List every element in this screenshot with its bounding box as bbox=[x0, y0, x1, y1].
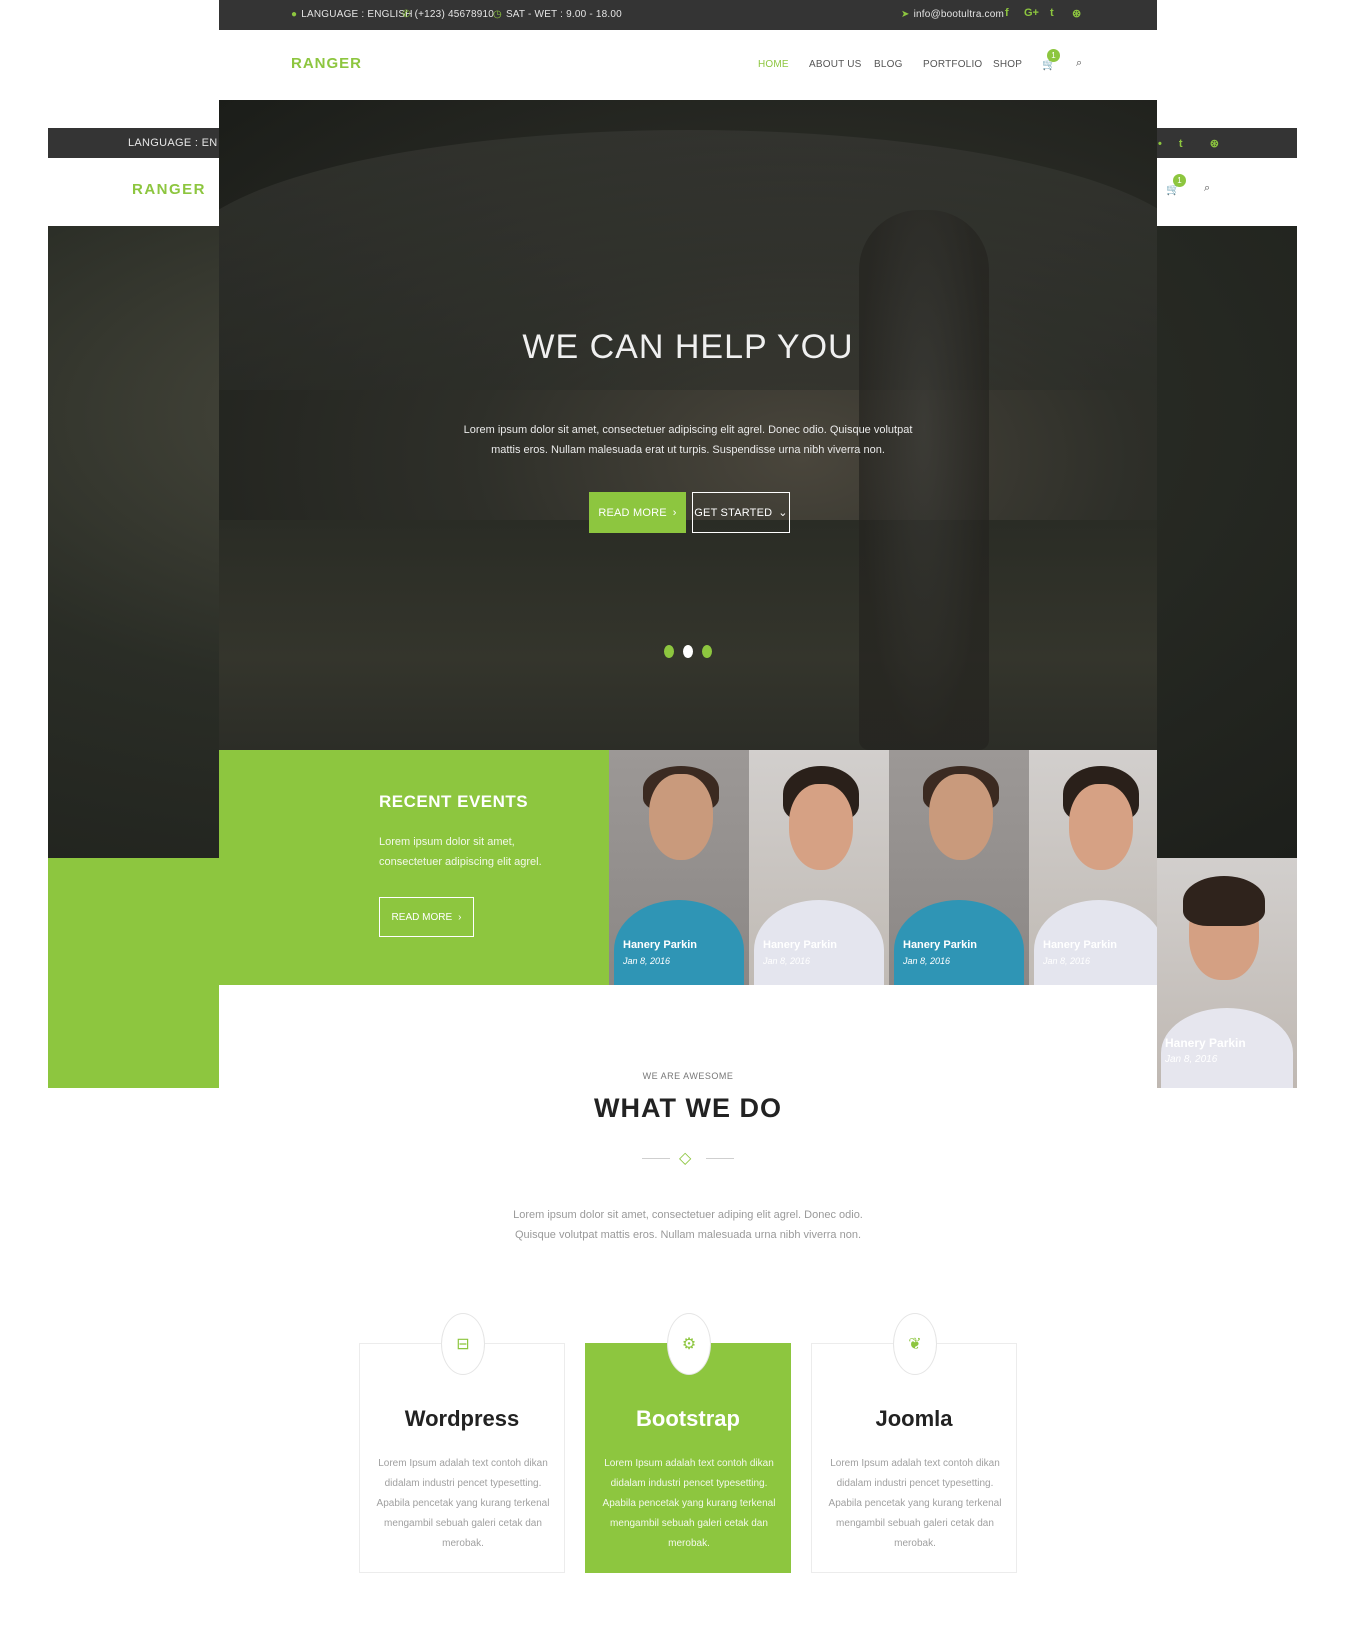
phone-info: ✆ (+123) 45678910 bbox=[402, 9, 494, 20]
twitter-icon[interactable]: t bbox=[1050, 7, 1054, 19]
phone-text: (+123) 45678910 bbox=[414, 9, 495, 20]
gear-icon: ⚙ bbox=[667, 1313, 711, 1375]
topbar: ● LANGUAGE : ENGLISH ✆ (+123) 45678910 ◷… bbox=[219, 0, 1157, 30]
phone-icon: ✆ bbox=[402, 9, 411, 20]
service-text: Lorem Ipsum adalah text contoh dikan did… bbox=[376, 1458, 550, 1549]
divider-line-right bbox=[706, 1158, 734, 1159]
event-person-card[interactable]: Hanery Parkin Jan 8, 2016 bbox=[749, 750, 889, 985]
diamond-icon: ◇ bbox=[679, 1150, 692, 1167]
inbox-icon: ⊟ bbox=[441, 1313, 485, 1375]
slider-dot-2[interactable] bbox=[683, 645, 693, 658]
paper-plane-icon: ➤ bbox=[901, 9, 910, 20]
service-text: Lorem Ipsum adalah text contoh dikan did… bbox=[828, 1458, 1002, 1549]
bg-person-photo: Hanery Parkin Jan 8, 2016 bbox=[1157, 858, 1297, 1088]
event-person-card[interactable]: Hanery Parkin Jan 8, 2016 bbox=[1029, 750, 1157, 985]
divider-line-left bbox=[642, 1158, 670, 1159]
person-face bbox=[929, 774, 993, 860]
facebook-icon[interactable]: f bbox=[1005, 7, 1009, 19]
events-text: Lorem ipsum dolor sit amet, consectetuer… bbox=[379, 836, 542, 868]
events-title: RECENT EVENTS bbox=[379, 792, 529, 811]
language-selector[interactable]: ● LANGUAGE : ENGLISH bbox=[291, 9, 413, 20]
clock-icon: ◷ bbox=[493, 9, 502, 20]
person-name: Hanery Parkin bbox=[763, 939, 837, 951]
person-face bbox=[789, 784, 853, 870]
service-title: Joomla bbox=[875, 1406, 953, 1431]
events-read-more-button[interactable]: READ MORE › bbox=[379, 897, 474, 937]
nav-home[interactable]: HOME bbox=[758, 59, 789, 70]
hero-title: WE CAN HELP YOU bbox=[522, 328, 854, 366]
dribbble-icon[interactable]: ⊛ bbox=[1072, 7, 1081, 20]
service-card-joomla[interactable]: ❦ Joomla Lorem Ipsum adalah text contoh … bbox=[811, 1313, 1017, 1573]
email-text: info@bootultra.com bbox=[913, 9, 1005, 20]
recent-events: RECENT EVENTS Lorem ipsum dolor sit amet… bbox=[219, 750, 1157, 985]
person-name: Hanery Parkin bbox=[903, 939, 977, 951]
slider-dot-1[interactable] bbox=[664, 645, 674, 658]
person-date: Jan 8, 2016 bbox=[623, 956, 671, 966]
main-page: ● LANGUAGE : ENGLISH ✆ (+123) 45678910 ◷… bbox=[219, 0, 1157, 1637]
nav-shop[interactable]: SHOP bbox=[993, 59, 1022, 70]
service-title: Wordpress bbox=[404, 1406, 520, 1431]
slider-dot-3[interactable] bbox=[702, 645, 712, 658]
hero-get-started-button[interactable]: GET STARTED ⌄ bbox=[692, 492, 790, 533]
bg-language-text: LANGUAGE : EN bbox=[128, 137, 218, 149]
service-title: Bootstrap bbox=[636, 1406, 740, 1431]
email-link[interactable]: ➤ info@bootultra.com bbox=[901, 9, 1004, 20]
search-icon[interactable]: ⌕ bbox=[1076, 57, 1082, 70]
person-name: Hanery Parkin bbox=[1043, 939, 1117, 951]
hero-read-more-label: READ MORE bbox=[598, 506, 667, 519]
slider-dots bbox=[664, 645, 712, 658]
person-date: Jan 8, 2016 bbox=[1043, 956, 1091, 966]
nav-portfolio[interactable]: PORTFOLIO bbox=[923, 59, 982, 70]
bg-search-icon: ⌕ bbox=[1204, 182, 1211, 194]
hero-get-started-label: GET STARTED bbox=[694, 506, 773, 519]
section-kicker: WE ARE AWESOME bbox=[642, 1071, 734, 1081]
nav-blog[interactable]: BLOG bbox=[874, 59, 903, 70]
hero-slider: WE CAN HELP YOU Lorem ipsum dolor sit am… bbox=[219, 100, 1157, 750]
bg-person-hair bbox=[1183, 876, 1265, 926]
person-date: Jan 8, 2016 bbox=[903, 956, 951, 966]
hero-text: Lorem ipsum dolor sit amet, consectetuer… bbox=[463, 424, 913, 456]
section-heading: WHAT WE DO bbox=[594, 1093, 782, 1123]
person-name: Hanery Parkin bbox=[623, 939, 697, 951]
language-text: LANGUAGE : ENGLISH bbox=[301, 9, 413, 20]
person-date: Jan 8, 2016 bbox=[763, 956, 811, 966]
hero-bg-grass bbox=[219, 520, 1157, 750]
person-face bbox=[649, 774, 713, 860]
hero-read-more-button[interactable]: READ MORE › bbox=[589, 492, 686, 533]
service-card-wordpress[interactable]: ⊟ Wordpress Lorem Ipsum adalah text cont… bbox=[359, 1313, 565, 1573]
section-description: Lorem ipsum dolor sit amet, consectetuer… bbox=[513, 1209, 863, 1241]
hours-info: ◷ SAT - WET : 9.00 - 18.00 bbox=[493, 9, 622, 20]
event-person-card[interactable]: Hanery Parkin Jan 8, 2016 bbox=[609, 750, 749, 985]
nav-about-us[interactable]: ABOUT US bbox=[809, 59, 862, 70]
leaf-icon: ❦ bbox=[893, 1313, 937, 1375]
hours-text: SAT - WET : 9.00 - 18.00 bbox=[505, 9, 622, 20]
hero-bg-figure bbox=[859, 210, 989, 750]
chevron-right-icon: › bbox=[672, 506, 677, 519]
navbar: RANGER HOME ABOUT US BLOG PORTFOLIO SHOP… bbox=[219, 30, 1157, 100]
location-pin-icon: ● bbox=[291, 9, 298, 20]
section-divider: ◇ bbox=[642, 1148, 734, 1168]
event-person-card[interactable]: Hanery Parkin Jan 8, 2016 bbox=[889, 750, 1029, 985]
bg-person-name: Hanery Parkin bbox=[1165, 1036, 1246, 1050]
bg-cart-badge: 1 bbox=[1173, 174, 1186, 187]
cart-badge: 1 bbox=[1047, 49, 1060, 62]
person-face bbox=[1069, 784, 1133, 870]
service-card-bootstrap[interactable]: ⚙ Bootstrap Lorem Ipsum adalah text cont… bbox=[585, 1313, 791, 1573]
chevron-down-icon: ⌄ bbox=[778, 507, 788, 519]
chevron-right-icon: › bbox=[458, 911, 462, 923]
logo[interactable]: RANGER bbox=[291, 55, 362, 72]
google-plus-icon[interactable]: G+ bbox=[1024, 7, 1039, 19]
bg-social-icons: • t ⊛ bbox=[1158, 138, 1220, 150]
service-text: Lorem Ipsum adalah text contoh dikan did… bbox=[602, 1458, 776, 1549]
bg-logo: RANGER bbox=[132, 181, 207, 198]
events-read-more-label: READ MORE bbox=[391, 911, 453, 923]
bg-events-green bbox=[48, 858, 223, 1088]
bg-person-date: Jan 8, 2016 bbox=[1165, 1054, 1218, 1065]
